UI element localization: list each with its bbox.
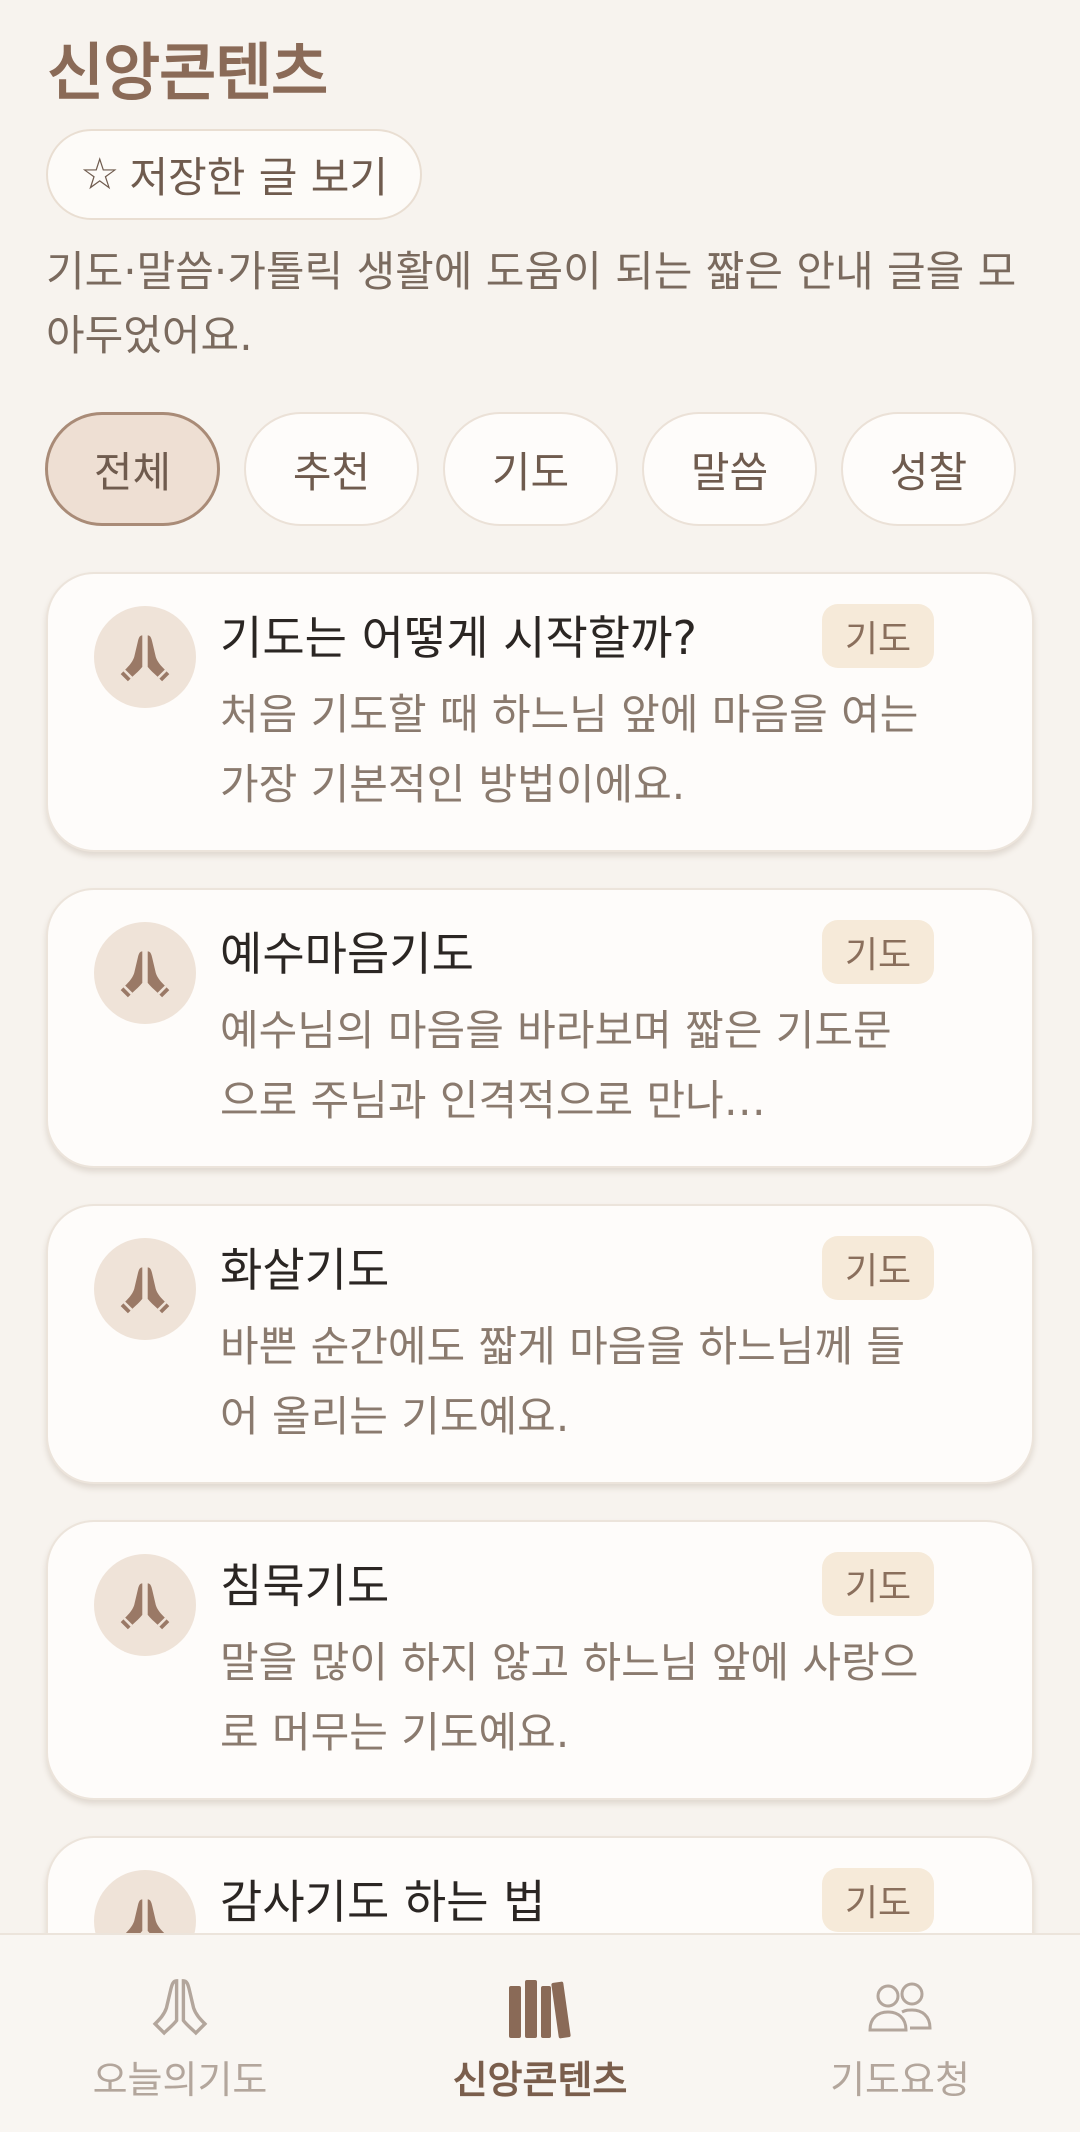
card-summary: 바쁜 순간에도 짧게 마음을 하느님께 들어 올리는 기도예요. [220, 1322, 905, 1441]
card-title: 침묵기도 [220, 1559, 390, 1613]
card-title: 화살기도 [220, 1243, 390, 1297]
praying-hands-icon [94, 922, 196, 1024]
filter-chip-all[interactable]: 전체 [45, 412, 220, 526]
nav-tab-faith-content[interactable]: 신앙콘텐츠 [360, 1935, 720, 2132]
filter-chip-recommended[interactable]: 추천 [244, 412, 419, 526]
nav-label: 기도요청 [830, 2058, 970, 2102]
content-card[interactable]: 예수마음기도 기도 예수님의 마음을 바라보며 짧은 기도문으로 주님과 인격적… [46, 888, 1034, 1168]
card-summary: 예수님의 마음을 바라보며 짧은 기도문으로 주님과 인격적으로 만나… [220, 1006, 892, 1125]
praying-hands-icon [94, 1238, 196, 1340]
category-badge: 기도 [822, 1868, 934, 1932]
category-badge: 기도 [822, 604, 934, 668]
content-card[interactable]: 기도는 어떻게 시작할까? 기도 처음 기도할 때 하느님 앞에 마음을 여는 … [46, 572, 1034, 852]
praying-hands-icon [94, 1554, 196, 1656]
page-description: 기도·말씀·가톨릭 생활에 도움이 되는 짧은 안내 글을 모아두었어요. [46, 247, 1017, 360]
filter-chip-prayer[interactable]: 기도 [443, 412, 618, 526]
nav-label: 오늘의기도 [92, 2058, 268, 2102]
star-icon: ☆ [80, 149, 120, 200]
filter-chip-word[interactable]: 말씀 [642, 412, 817, 526]
saved-posts-button[interactable]: ☆ 저장한 글 보기 [46, 129, 422, 220]
category-badge: 기도 [822, 1552, 934, 1616]
praying-hands-icon [94, 606, 196, 708]
nav-tab-prayer-request[interactable]: 기도요청 [720, 1935, 1080, 2132]
page-title: 신앙콘텐츠 [47, 36, 328, 109]
bottom-navigation: 오늘의기도 신앙콘텐츠 기도요청 [0, 1933, 1080, 2132]
praying-hands-icon [146, 1973, 214, 2043]
books-icon [505, 1973, 575, 2043]
card-title: 기도는 어떻게 시작할까? [220, 611, 697, 665]
card-title: 감사기도 하는 법 [220, 1875, 546, 1929]
card-title: 예수마음기도 [220, 927, 474, 981]
filter-chip-reflection[interactable]: 성찰 [841, 412, 1016, 526]
category-filter-bar: 전체 추천 기도 말씀 성찰 [45, 412, 1016, 526]
content-card[interactable]: 화살기도 기도 바쁜 순간에도 짧게 마음을 하느님께 들어 올리는 기도예요. [46, 1204, 1034, 1484]
category-badge: 기도 [822, 920, 934, 984]
category-badge: 기도 [822, 1236, 934, 1300]
card-summary: 처음 기도할 때 하느님 앞에 마음을 여는 가장 기본적인 방법이에요. [220, 690, 919, 809]
card-summary: 말을 많이 하지 않고 하느님 앞에 사랑으로 머무는 기도예요. [220, 1638, 919, 1757]
nav-tab-today-prayer[interactable]: 오늘의기도 [0, 1935, 360, 2132]
content-card[interactable]: 침묵기도 기도 말을 많이 하지 않고 하느님 앞에 사랑으로 머무는 기도예요… [46, 1520, 1034, 1800]
people-icon [864, 1973, 936, 2043]
saved-posts-label: 저장한 글 보기 [129, 153, 388, 202]
nav-label: 신앙콘텐츠 [452, 2058, 628, 2102]
